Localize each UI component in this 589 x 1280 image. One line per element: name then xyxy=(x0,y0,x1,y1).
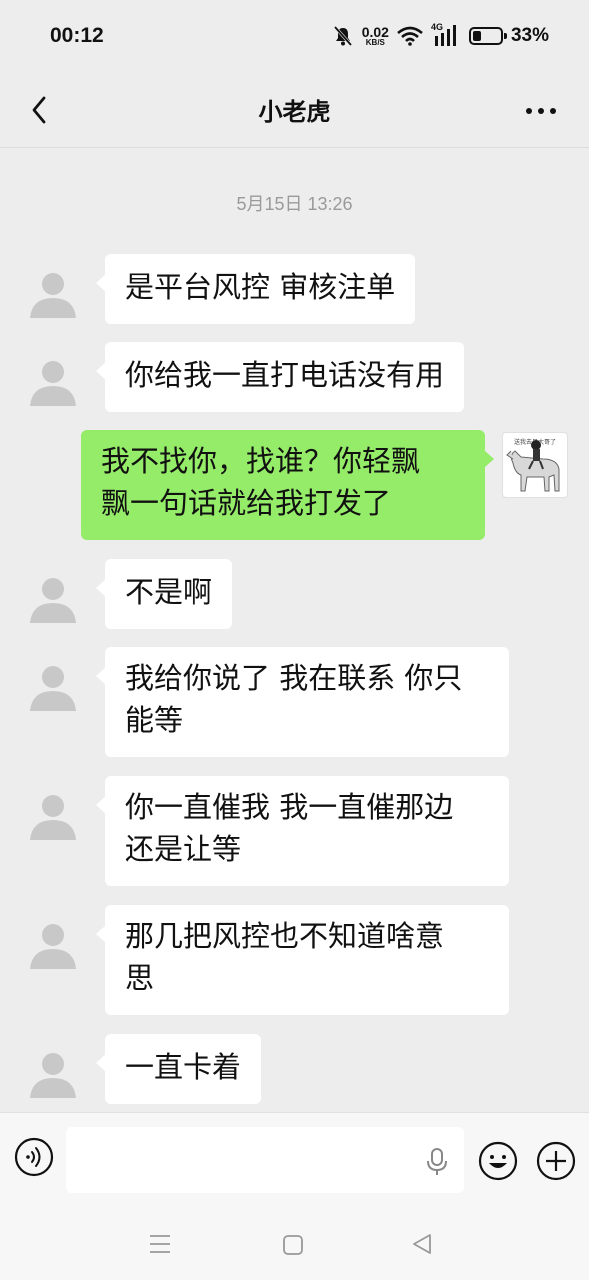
more-options-button[interactable] xyxy=(521,96,561,126)
contact-avatar[interactable] xyxy=(24,352,82,410)
chat-header: 小老虎 xyxy=(0,74,589,148)
network-speed-value: 0.02 xyxy=(361,24,389,40)
message-line: 还是让等 xyxy=(125,832,242,866)
more-actions-button[interactable] xyxy=(536,1141,576,1181)
microphone-icon[interactable] xyxy=(426,1147,448,1177)
contact-avatar[interactable] xyxy=(24,657,82,715)
user-silhouette-icon xyxy=(30,924,76,969)
message-row: 一直卡着 xyxy=(0,1034,589,1104)
message-row: 是平台风控 审核注单 xyxy=(0,254,589,324)
message-bubble[interactable]: 你一直催我 我一直催那边 还是让等 xyxy=(96,776,509,886)
message-line: 那几把风控也不知道啥意 xyxy=(125,919,445,953)
home-button[interactable] xyxy=(282,1234,304,1256)
message-timestamp: 5月15日 13:26 xyxy=(236,194,353,214)
more-horizontal-icon xyxy=(526,108,556,114)
triangle-back-icon xyxy=(413,1234,431,1254)
emoji-button[interactable] xyxy=(478,1141,518,1181)
voice-icon xyxy=(14,1137,54,1177)
message-row: 你一直催我 我一直催那边 还是让等 xyxy=(0,776,589,886)
status-bar: 00:12 0.02 KB/S 4G 33% xyxy=(0,0,589,74)
user-silhouette-icon xyxy=(30,795,76,840)
message-bubble[interactable]: 一直卡着 xyxy=(95,1034,262,1104)
voice-mode-button[interactable] xyxy=(14,1137,54,1177)
message-bubble[interactable]: 那几把风控也不知道啥意 思 xyxy=(96,905,509,1015)
plus-icon xyxy=(536,1141,576,1181)
message-line: 我给你说了 我在联系 你只 xyxy=(125,661,463,695)
recent-apps-button[interactable] xyxy=(148,1232,172,1256)
chat-title: 小老虎 xyxy=(258,98,331,126)
user-silhouette-icon xyxy=(30,1053,76,1098)
system-navigation-bar xyxy=(0,1204,589,1280)
cellular-signal: 4G xyxy=(431,22,461,48)
message-row: 我给你说了 我在联系 你只 能等 xyxy=(0,647,589,757)
user-silhouette-icon xyxy=(30,273,76,318)
message-input-bar xyxy=(0,1112,589,1204)
message-line: 能等 xyxy=(125,703,184,737)
message-bubble[interactable]: 我给你说了 我在联系 你只 能等 xyxy=(96,647,509,757)
message-row-self: 我不找你，找谁？你轻飘 飘一句话就给我打发了 送我去见大哥了 xyxy=(0,430,589,540)
square-icon xyxy=(283,1235,303,1255)
horse-rider-image xyxy=(506,440,560,492)
message-bubble-self[interactable]: 我不找你，找谁？你轻飘 飘一句话就给我打发了 xyxy=(81,430,494,540)
message-row: 你给我一直打电话没有用 xyxy=(0,342,589,412)
battery-percent: 33% xyxy=(510,25,549,46)
wifi-icon xyxy=(397,26,423,46)
message-line: 你一直催我 我一直催那边 xyxy=(125,790,454,824)
battery-level xyxy=(472,31,481,41)
contact-avatar[interactable] xyxy=(24,569,82,627)
contact-avatar[interactable] xyxy=(24,1044,82,1102)
message-text-field[interactable] xyxy=(66,1127,464,1193)
message-row: 那几把风控也不知道啥意 思 xyxy=(0,905,589,1015)
contact-avatar[interactable] xyxy=(24,786,82,844)
user-silhouette-icon xyxy=(30,361,76,406)
message-row: 不是啊 xyxy=(0,559,589,629)
message-line: 思 xyxy=(125,961,155,995)
contact-avatar[interactable] xyxy=(24,915,82,973)
network-speed-unit: KB/S xyxy=(365,38,385,47)
self-avatar[interactable]: 送我去见大哥了 xyxy=(502,432,568,498)
user-silhouette-icon xyxy=(30,666,76,711)
message-list[interactable]: 5月15日 13:26 是平台风控 审核注单 你给我一直打电话没有用 我不找你，… xyxy=(0,148,589,1112)
message-bubble[interactable]: 是平台风控 审核注单 xyxy=(95,254,416,324)
message-line: 我不找你，找谁？你轻飘 xyxy=(101,444,421,478)
signal-bars-icon xyxy=(434,25,456,46)
contact-avatar[interactable] xyxy=(24,264,82,322)
emoji-icon xyxy=(478,1141,518,1181)
status-time: 00:12 xyxy=(50,24,104,47)
system-back-button[interactable] xyxy=(410,1232,434,1256)
status-icons: 0.02 KB/S 4G 33% xyxy=(332,22,549,50)
network-speed: 0.02 KB/S xyxy=(362,25,389,47)
user-silhouette-icon xyxy=(30,578,76,623)
message-bubble[interactable]: 你给我一直打电话没有用 xyxy=(95,342,465,412)
menu-icon xyxy=(150,1235,170,1253)
message-bubble[interactable]: 不是啊 xyxy=(95,559,233,629)
battery-icon xyxy=(468,27,507,45)
message-line: 飘一句话就给我打发了 xyxy=(101,486,392,520)
mute-bell-icon xyxy=(333,26,352,46)
